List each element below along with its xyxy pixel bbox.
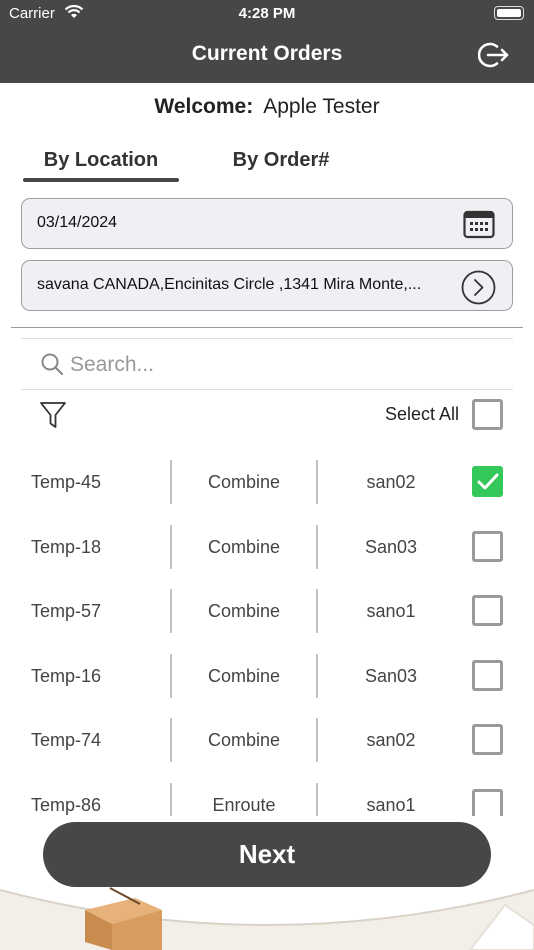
calendar-icon[interactable]: [463, 209, 495, 239]
package-box-icon: [85, 887, 162, 950]
date-value: 03/14/2024: [37, 214, 118, 231]
order-status: Enroute: [212, 794, 276, 815]
welcome-label: Welcome:: [154, 95, 254, 118]
search-input[interactable]: [70, 350, 490, 380]
order-location: San03: [364, 536, 418, 557]
order-row[interactable]: Temp-16 Combine San03: [0, 644, 534, 709]
order-checkbox[interactable]: [472, 595, 503, 626]
location-value: savana CANADA,Encinitas Circle ,1341 Mir…: [37, 276, 422, 293]
status-time: 4:28 PM: [238, 5, 296, 22]
battery-icon: [494, 6, 524, 20]
order-checkbox[interactable]: [472, 659, 503, 691]
order-location: san02: [366, 730, 416, 750]
order-id: Temp-45: [31, 472, 102, 492]
logout-icon[interactable]: [478, 40, 510, 70]
order-id: Temp-16: [31, 665, 102, 686]
tab-by-location[interactable]: By Location: [24, 149, 178, 172]
date-field[interactable]: 03/14/2024: [21, 198, 513, 249]
order-id: Temp-74: [31, 730, 102, 750]
order-id: Temp-86: [31, 794, 102, 815]
order-checkbox[interactable]: [472, 530, 503, 562]
filter-icon[interactable]: [39, 400, 67, 430]
status-bar: Carrier 4:28 PM: [0, 0, 534, 28]
order-checkbox[interactable]: [472, 788, 503, 816]
tab-by-order[interactable]: By Order#: [206, 149, 356, 172]
order-row[interactable]: Temp-57 Combine sano1: [0, 579, 534, 644]
orders-list[interactable]: Temp-45 Combine san02 Temp-18 Combine Sa…: [0, 450, 534, 816]
welcome-line: Welcome: Apple Tester: [0, 95, 534, 119]
active-tab-indicator: [23, 178, 179, 182]
select-all-checkbox[interactable]: [472, 399, 503, 430]
order-row[interactable]: Temp-74 Combine san02: [0, 708, 534, 773]
order-status: Combine: [207, 472, 281, 492]
order-row[interactable]: Temp-18 Combine San03: [0, 515, 534, 580]
next-button[interactable]: Next: [43, 822, 491, 887]
select-all-label: Select All: [384, 404, 459, 424]
order-status: Combine: [207, 730, 281, 750]
welcome-user-name: Apple Tester: [263, 95, 380, 118]
order-status: Combine: [207, 665, 281, 686]
checkmark-icon: [477, 473, 499, 490]
order-id: Temp-57: [31, 601, 102, 621]
page-title: Current Orders: [191, 42, 343, 65]
bottom-decoration: [0, 887, 534, 950]
order-row[interactable]: Temp-86 Enroute sano1: [0, 773, 534, 816]
order-location: san02: [366, 472, 416, 492]
order-checkbox[interactable]: [472, 466, 503, 497]
order-status: Combine: [207, 601, 281, 621]
section-divider: [11, 327, 523, 328]
order-id: Temp-18: [31, 536, 102, 557]
order-status: Combine: [207, 536, 281, 557]
search-icon: [41, 353, 64, 376]
search-border-top: [21, 338, 513, 339]
location-field[interactable]: savana CANADA,Encinitas Circle ,1341 Mir…: [21, 260, 513, 311]
order-location: San03: [364, 665, 418, 686]
chevron-right-circle-icon[interactable]: [461, 270, 496, 305]
order-location: sano1: [366, 601, 416, 621]
order-row[interactable]: Temp-45 Combine san02: [0, 450, 534, 515]
order-checkbox[interactable]: [472, 724, 503, 755]
nav-bar: Current Orders: [0, 28, 534, 83]
order-location: sano1: [366, 794, 416, 815]
search-border-bottom: [21, 389, 513, 390]
